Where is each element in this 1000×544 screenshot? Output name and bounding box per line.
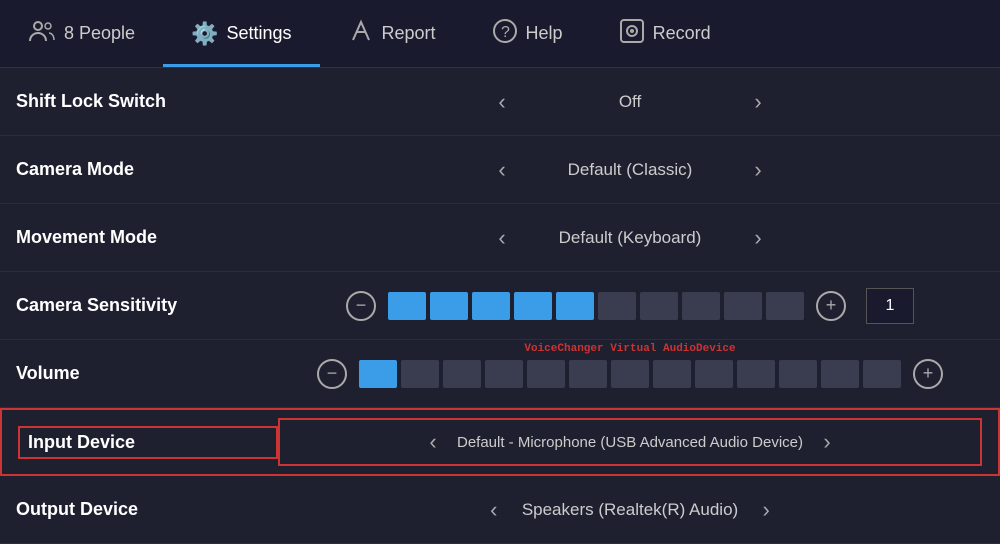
camera-mode-label: Camera Mode — [16, 159, 276, 180]
slider-block-5 — [556, 292, 594, 320]
volume-slider — [359, 360, 901, 388]
input-device-prev[interactable]: ‹ — [417, 426, 449, 458]
settings-icon: ⚙️ — [191, 21, 218, 47]
vol-block-4 — [485, 360, 523, 388]
vol-block-6 — [569, 360, 607, 388]
vol-block-5 — [527, 360, 565, 388]
camera-sensitivity-input[interactable] — [866, 288, 914, 324]
volume-label: Volume — [16, 363, 276, 384]
slider-block-4 — [514, 292, 552, 320]
shift-lock-control: ‹ Off › — [276, 86, 984, 118]
movement-mode-control: ‹ Default (Keyboard) › — [276, 222, 984, 254]
vol-block-9 — [695, 360, 733, 388]
output-device-next[interactable]: › — [750, 494, 782, 526]
slider-block-8 — [682, 292, 720, 320]
vol-block-10 — [737, 360, 775, 388]
camera-mode-prev[interactable]: ‹ — [486, 154, 518, 186]
slider-block-9 — [724, 292, 762, 320]
nav-people-label: 8 People — [64, 23, 135, 44]
input-device-control[interactable]: ‹ Default - Microphone (USB Advanced Aud… — [278, 418, 982, 466]
output-device-row: Output Device ‹ Speakers (Realtek(R) Aud… — [0, 476, 1000, 544]
shift-lock-label: Shift Lock Switch — [16, 91, 276, 112]
record-icon — [619, 18, 645, 50]
slider-block-1 — [388, 292, 426, 320]
vol-block-2 — [401, 360, 439, 388]
camera-mode-value: Default (Classic) — [530, 160, 730, 180]
help-icon: ? — [492, 18, 518, 50]
svg-text:?: ? — [501, 24, 510, 41]
vol-block-12 — [821, 360, 859, 388]
output-device-label: Output Device — [16, 499, 276, 520]
input-device-row: Input Device ‹ Default - Microphone (USB… — [0, 408, 1000, 476]
output-device-value: Speakers (Realtek(R) Audio) — [522, 500, 738, 520]
vol-block-3 — [443, 360, 481, 388]
input-device-next[interactable]: › — [811, 426, 843, 458]
nav-settings[interactable]: ⚙️ Settings — [163, 0, 319, 67]
shift-lock-row: Shift Lock Switch ‹ Off › — [0, 68, 1000, 136]
nav-report-label: Report — [382, 23, 436, 44]
settings-content: Shift Lock Switch ‹ Off › Camera Mode ‹ … — [0, 68, 1000, 544]
movement-mode-row: Movement Mode ‹ Default (Keyboard) › — [0, 204, 1000, 272]
nav-help[interactable]: ? Help — [464, 0, 591, 67]
camera-sensitivity-control: − + — [276, 288, 984, 324]
nav-report[interactable]: Report — [320, 0, 464, 67]
volume-row: Volume VoiceChanger Virtual AudioDevice … — [0, 340, 1000, 408]
output-device-prev[interactable]: ‹ — [478, 494, 510, 526]
input-device-value: Default - Microphone (USB Advanced Audio… — [457, 434, 803, 451]
nav-help-label: Help — [526, 23, 563, 44]
camera-mode-next[interactable]: › — [742, 154, 774, 186]
slider-block-2 — [430, 292, 468, 320]
camera-mode-control: ‹ Default (Classic) › — [276, 154, 984, 186]
movement-mode-prev[interactable]: ‹ — [486, 222, 518, 254]
volume-minus[interactable]: − — [317, 359, 347, 389]
input-device-label: Input Device — [18, 426, 278, 459]
movement-mode-label: Movement Mode — [16, 227, 276, 248]
camera-sensitivity-minus[interactable]: − — [346, 291, 376, 321]
vol-block-7 — [611, 360, 649, 388]
volume-control: VoiceChanger Virtual AudioDevice − + — [276, 359, 984, 389]
movement-mode-next[interactable]: › — [742, 222, 774, 254]
vol-block-1 — [359, 360, 397, 388]
shift-lock-next[interactable]: › — [742, 86, 774, 118]
camera-sensitivity-plus[interactable]: + — [816, 291, 846, 321]
slider-block-3 — [472, 292, 510, 320]
shift-lock-value: Off — [530, 92, 730, 112]
vol-block-11 — [779, 360, 817, 388]
slider-block-7 — [640, 292, 678, 320]
shift-lock-prev[interactable]: ‹ — [486, 86, 518, 118]
output-device-control: ‹ Speakers (Realtek(R) Audio) › — [276, 494, 984, 526]
voicechanger-label: VoiceChanger Virtual AudioDevice — [524, 343, 735, 355]
nav-settings-label: Settings — [226, 23, 291, 44]
people-icon — [28, 17, 56, 51]
camera-mode-row: Camera Mode ‹ Default (Classic) › — [0, 136, 1000, 204]
volume-plus[interactable]: + — [913, 359, 943, 389]
slider-block-6 — [598, 292, 636, 320]
top-nav: 8 People ⚙️ Settings Report ? Help — [0, 0, 1000, 68]
report-icon — [348, 18, 374, 50]
nav-people[interactable]: 8 People — [0, 0, 163, 67]
vol-block-8 — [653, 360, 691, 388]
camera-sensitivity-row: Camera Sensitivity − + — [0, 272, 1000, 340]
camera-sensitivity-slider — [388, 292, 804, 320]
vol-block-13 — [863, 360, 901, 388]
movement-mode-value: Default (Keyboard) — [530, 228, 730, 248]
slider-block-10 — [766, 292, 804, 320]
nav-record[interactable]: Record — [591, 0, 739, 67]
camera-sensitivity-label: Camera Sensitivity — [16, 295, 276, 316]
nav-record-label: Record — [653, 23, 711, 44]
